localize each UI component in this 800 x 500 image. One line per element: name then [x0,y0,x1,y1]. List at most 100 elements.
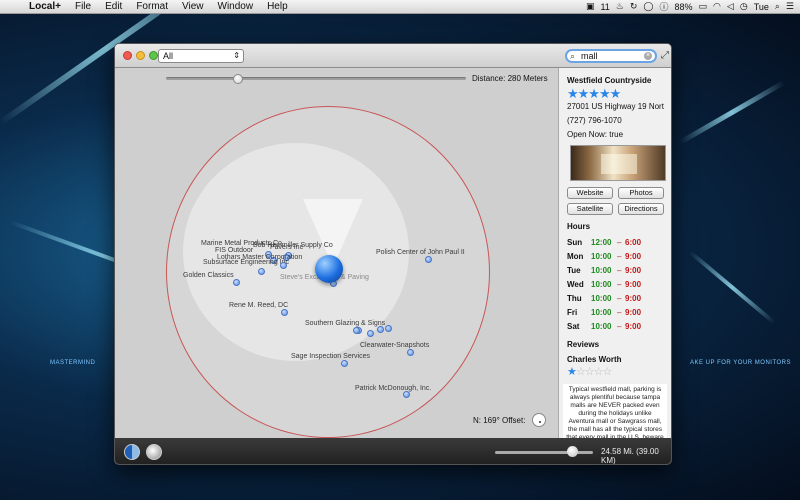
poi-label[interactable]: Clearwater-Snapshots [360,342,429,349]
review-star-filled-icon: ★ [567,366,577,378]
poi-marker[interactable] [280,262,287,269]
chat-icon[interactable]: ◯ [643,1,653,12]
place-phone[interactable]: (727) 796-1070 [567,116,671,125]
poi-label[interactable]: Lothars Master Corporation [217,254,302,261]
sync-icon[interactable]: ↻ [630,1,638,12]
hours-dash: – [617,307,622,317]
menu-file[interactable]: File [68,0,98,14]
hours-day: Tue [567,265,581,275]
menu-format[interactable]: Format [129,0,175,14]
poi-label[interactable]: FIS Outdoor [215,247,253,254]
spotlight-icon[interactable]: ⌕ [775,1,780,12]
hours-open: 12:00 [591,237,612,247]
current-location-marker[interactable] [315,255,343,283]
radar-map[interactable]: Distance: 280 Meters Marine Metal Produc… [115,68,558,438]
hours-close: 9:00 [625,293,642,303]
compass-offset-label: N: 169° Offset: [473,416,526,425]
clock-icon[interactable]: ◷ [740,1,748,12]
hours-row: Fri 10:00–9:00 [567,305,671,319]
updown-arrow-icon: ⇕ [233,51,240,60]
flame-icon[interactable]: ♨ [616,1,624,12]
zoom-window-button[interactable] [149,51,158,60]
wifi-icon[interactable]: ◠ [713,1,721,12]
website-button[interactable]: Website [567,187,613,199]
menu-edit[interactable]: Edit [98,0,129,14]
hours-dash: – [617,321,622,331]
hours-title: Hours [567,222,591,231]
poi-label[interactable]: Southern Glazing & Signs [305,320,385,327]
search-input[interactable]: ⌕ mall × [565,49,657,63]
poi-marker[interactable] [353,327,360,334]
hours-day: Wed [567,279,584,289]
compass-dial[interactable] [532,413,546,427]
hours-close: 9:00 [625,307,642,317]
poi-label[interactable]: Rene M. Reed, DC [229,302,288,309]
menu-window[interactable]: Window [211,0,261,14]
directions-button[interactable]: Directions [618,203,664,215]
poi-label[interactable]: Sage Inspection Services [291,353,370,360]
status-tray: ▣ 11 ♨ ↻ ◯ ⓘ 88% ▭ ◠ ◁ ◷ Tue ⌕ ☰ [586,0,800,13]
poi-label[interactable]: Patrick McDonough, Inc. [355,385,431,392]
volume-icon[interactable]: ◁ [727,1,734,12]
poi-label[interactable]: Golden Classics [183,272,234,279]
close-window-button[interactable] [123,51,132,60]
adobe-icon[interactable]: ▣ [586,1,595,12]
poi-marker[interactable] [233,279,240,286]
hours-row: Tue 10:00–9:00 [567,263,671,277]
fullscreen-icon[interactable]: ⤢ [661,50,669,61]
minimize-window-button[interactable] [136,51,145,60]
poi-marker[interactable] [367,330,374,337]
poi-label[interactable]: Polish Center of John Paul II [376,249,465,256]
category-filter-select[interactable]: All ⇕ [158,49,244,63]
poi-marker[interactable] [377,326,384,333]
hours-open: 10:00 [591,293,612,303]
hours-dash: – [617,237,622,247]
day-label[interactable]: Tue [754,2,769,12]
distance-slider-knob[interactable] [233,74,243,84]
hours-day: Fri [567,307,578,317]
poi-label[interactable]: Pavers Inc [270,244,303,251]
place-address[interactable]: 27001 US Highway 19 Nort [567,102,671,111]
hours-row: Sun 12:00–6:00 [567,235,671,249]
wallpaper-streak [678,80,786,145]
place-open-now: Open Now: true [567,130,624,139]
poi-marker[interactable] [258,268,265,275]
satellite-button[interactable]: Satellite [567,203,613,215]
search-icon: ⌕ [570,51,576,61]
hours-list: Sun 12:00–6:00 Mon 10:00–9:00 Tue 10:00–9:00 W… [567,235,671,333]
poi-marker[interactable] [281,309,288,316]
zoom-slider-knob[interactable] [567,446,578,457]
photos-button[interactable]: Photos [618,187,664,199]
review-rating-stars: ★☆☆☆☆ [567,365,671,378]
hours-day: Sun [567,237,583,247]
poi-marker[interactable] [385,325,392,332]
place-name: Westfield Countryside [567,76,652,85]
poi-marker[interactable] [403,391,410,398]
zoom-slider-track[interactable] [495,451,593,454]
poi-marker[interactable] [341,360,348,367]
hours-close: 9:00 [625,321,642,331]
menu-view[interactable]: View [175,0,211,14]
hours-open: 10:00 [591,321,612,331]
distance-slider-track[interactable] [166,77,466,80]
hours-day: Thu [567,293,582,303]
app-window: All ⇕ ⌕ mall × ⤢ Distance: 280 Meters Ma… [114,43,672,465]
battery-icon[interactable]: ▭ [699,1,708,12]
menu-app-name[interactable]: Local+ [22,0,68,14]
view-toggle-icon[interactable] [124,444,140,460]
review-text[interactable]: Typical westfield mall, parking is alway… [563,384,667,444]
globe-icon[interactable] [146,444,162,460]
info-icon[interactable]: ⓘ [660,0,669,13]
clear-search-icon[interactable]: × [644,52,652,60]
bottom-bar: 24.58 Mi. (39.00 KM) [115,438,671,464]
search-value: mall [581,51,598,61]
place-photo-thumbnail[interactable] [570,145,666,181]
hours-day: Mon [567,251,584,261]
hours-open: 10:00 [591,307,612,317]
poi-marker[interactable] [407,349,414,356]
hours-open: 10:00 [591,265,612,275]
notification-list-icon[interactable]: ☰ [786,1,794,12]
menu-help[interactable]: Help [260,0,295,14]
poi-marker[interactable] [425,256,432,263]
hours-close: 9:00 [625,265,642,275]
